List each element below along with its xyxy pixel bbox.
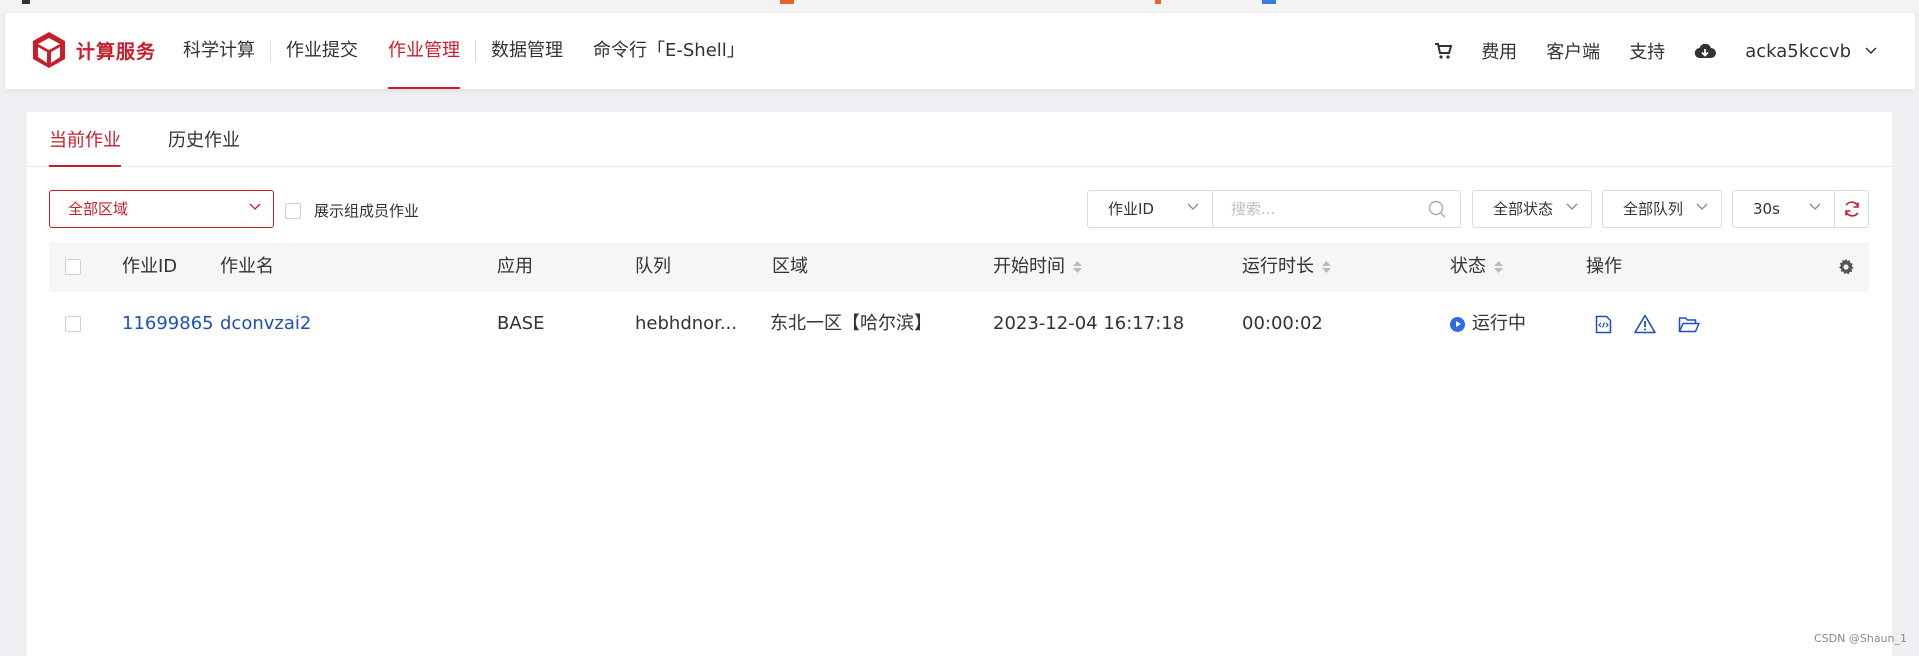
- gear-icon[interactable]: [1837, 242, 1855, 292]
- select-all-checkbox[interactable]: [65, 242, 81, 292]
- chevron-down-icon: [1566, 203, 1578, 210]
- watermark: CSDN @Shaun_1: [1814, 632, 1907, 645]
- chevron-down-icon: [1187, 203, 1199, 210]
- nav-data-management[interactable]: 数据管理: [476, 13, 578, 89]
- job-start-time: 2023-12-04 16:17:18: [993, 313, 1185, 334]
- job-name-link[interactable]: dconvzai2: [220, 292, 311, 356]
- show-members-checkbox[interactable]: 展示组成员作业: [285, 200, 419, 221]
- refresh-button[interactable]: [1834, 190, 1869, 228]
- table-row: 11699865 dconvzai2 BASE hebhdnor... 东北一区…: [49, 292, 1869, 356]
- sort-icon[interactable]: [1322, 261, 1331, 273]
- row-checkbox[interactable]: [65, 292, 81, 356]
- nav-job-management[interactable]: 作业管理: [373, 13, 475, 89]
- job-panel: 当前作业 历史作业 全部区域 展示组成员作业 作业ID 全部状态 全部队列 30: [27, 112, 1892, 656]
- region-select-value: 全部区域: [68, 200, 129, 218]
- nav-scientific-computing[interactable]: 科学计算: [168, 13, 270, 89]
- brand-logo[interactable]: 计算服务: [29, 30, 156, 70]
- header-right: 费用 客户端 支持 acka5kccvb: [1405, 13, 1877, 89]
- col-start-time-header[interactable]: 开始时间: [993, 242, 1082, 292]
- job-actions: [1595, 292, 1722, 356]
- col-start-time: 开始时间: [993, 256, 1065, 277]
- search-input[interactable]: [1213, 190, 1461, 228]
- cart-icon[interactable]: [1434, 43, 1453, 59]
- tab-current-jobs[interactable]: 当前作业: [49, 126, 121, 167]
- brand-name: 计算服务: [76, 40, 157, 63]
- browser-top-strip: [0, 0, 1919, 12]
- username: acka5kccvb: [1745, 40, 1851, 62]
- support-link[interactable]: 支持: [1629, 38, 1665, 64]
- region-select[interactable]: 全部区域: [49, 190, 274, 228]
- running-status-icon: [1450, 316, 1465, 332]
- fee-link[interactable]: 费用: [1481, 38, 1517, 64]
- col-job-id: 作业ID: [122, 256, 178, 277]
- user-menu[interactable]: acka5kccvb: [1745, 41, 1877, 62]
- job-status-label: 运行中: [1472, 313, 1526, 334]
- nav-job-submit[interactable]: 作业提交: [271, 13, 373, 89]
- file-code-icon[interactable]: [1595, 315, 1612, 334]
- refresh-interval-select[interactable]: 30s: [1732, 190, 1835, 228]
- tab-history-jobs[interactable]: 历史作业: [168, 126, 240, 166]
- main-nav: 科学计算 作业提交 作业管理 数据管理 命令行「E-Shell」: [168, 13, 760, 89]
- strip-mark: [22, 0, 30, 4]
- status-filter-select[interactable]: 全部状态: [1472, 190, 1592, 228]
- client-link[interactable]: 客户端: [1546, 38, 1600, 64]
- folder-open-icon[interactable]: [1678, 316, 1700, 333]
- search-field-select[interactable]: 作业ID: [1087, 190, 1213, 228]
- job-queue: hebhdnor...: [635, 313, 738, 334]
- queue-filter-value: 全部队列: [1623, 200, 1684, 218]
- col-queue: 队列: [635, 256, 671, 277]
- cloud-download-icon[interactable]: [1694, 43, 1717, 59]
- table-header: 作业ID 作业名 应用 队列 区域 开始时间 运行时长 状态 操作: [49, 242, 1869, 292]
- checkbox-box[interactable]: [285, 202, 301, 219]
- show-members-label: 展示组成员作业: [314, 202, 420, 220]
- sort-icon[interactable]: [1494, 261, 1503, 273]
- warning-icon[interactable]: [1634, 314, 1656, 334]
- refresh-icon: [1844, 201, 1859, 217]
- strip-mark: [1155, 0, 1161, 4]
- sort-icon[interactable]: [1073, 261, 1082, 273]
- search-field-value: 作业ID: [1108, 200, 1154, 218]
- queue-filter-select[interactable]: 全部队列: [1602, 190, 1722, 228]
- col-duration: 运行时长: [1242, 256, 1314, 277]
- job-tabs: 当前作业 历史作业: [27, 112, 1892, 167]
- cube-logo-icon: [33, 32, 65, 68]
- chevron-down-icon: [249, 203, 261, 210]
- chevron-down-icon: [1809, 203, 1821, 210]
- job-app: BASE: [497, 313, 545, 334]
- col-job-name: 作业名: [220, 256, 274, 277]
- top-header: 计算服务 科学计算 作业提交 作业管理 数据管理 命令行「E-Shell」 费用…: [5, 13, 1915, 89]
- col-actions: 操作: [1586, 256, 1622, 277]
- chevron-down-icon: [1865, 47, 1877, 55]
- job-duration: 00:00:02: [1242, 313, 1323, 334]
- search-icon[interactable]: [1428, 200, 1446, 218]
- col-status: 状态: [1450, 256, 1486, 277]
- job-id-link[interactable]: 11699865: [122, 292, 214, 356]
- strip-mark: [1262, 0, 1276, 4]
- nav-eshell[interactable]: 命令行「E-Shell」: [578, 13, 760, 89]
- job-region: 东北一区【哈尔滨】: [770, 313, 932, 334]
- col-duration-header[interactable]: 运行时长: [1242, 242, 1331, 292]
- col-app: 应用: [497, 256, 533, 277]
- status-filter-value: 全部状态: [1493, 200, 1554, 218]
- chevron-down-icon: [1696, 203, 1708, 210]
- strip-mark: [780, 0, 794, 4]
- refresh-interval-value: 30s: [1753, 200, 1780, 218]
- job-status: 运行中: [1450, 292, 1526, 356]
- col-status-header[interactable]: 状态: [1450, 242, 1503, 292]
- col-region: 区域: [772, 256, 808, 277]
